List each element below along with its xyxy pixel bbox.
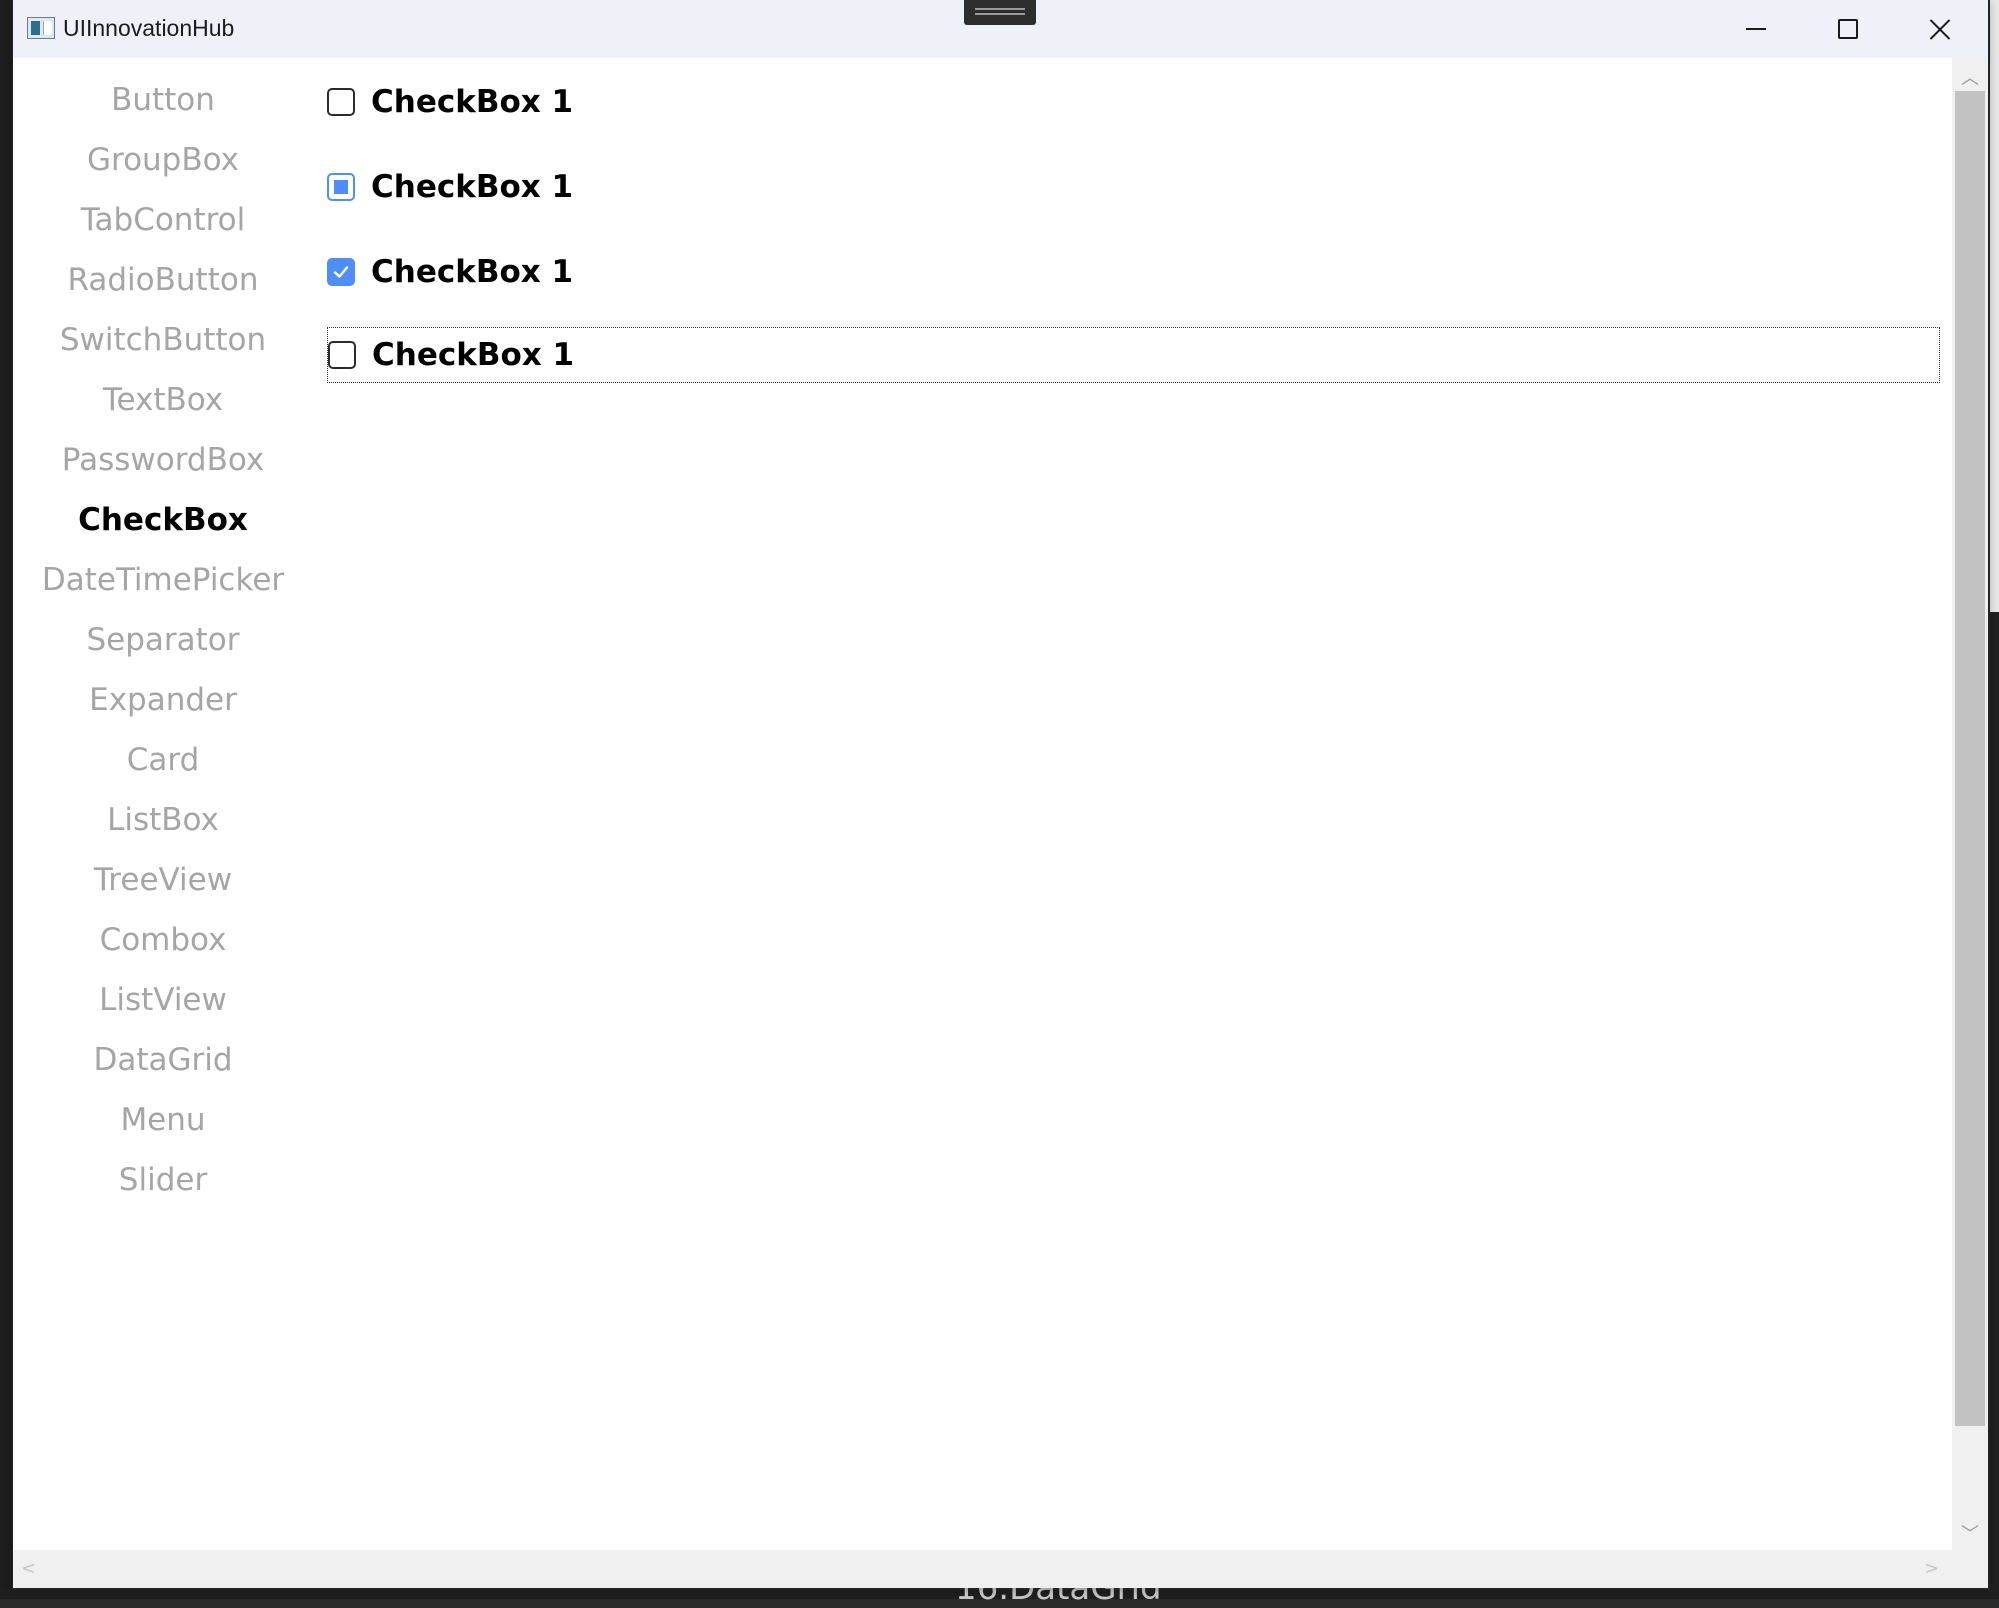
title-bar[interactable]: UIInnovationHub: [13, 0, 1988, 58]
sidebar-item-tabcontrol[interactable]: TabControl: [13, 190, 313, 250]
sidebar-item-slider[interactable]: Slider: [13, 1150, 313, 1210]
background-window-edge: [0, 0, 12, 1599]
sidebar-item-expander[interactable]: Expander: [13, 670, 313, 730]
sidebar-item-button[interactable]: Button: [13, 70, 313, 130]
sidebar-item-menu[interactable]: Menu: [13, 1090, 313, 1150]
close-icon: [1929, 18, 1951, 40]
sidebar-item-datetimepicker[interactable]: DateTimePicker: [13, 550, 313, 610]
checkbox-label: CheckBox 1: [372, 337, 575, 373]
app-window: UIInnovationHub Button GroupBox TabContr…: [13, 0, 1988, 1588]
sidebar-item-listbox[interactable]: ListBox: [13, 790, 313, 850]
checkbox-label: CheckBox 1: [371, 169, 574, 205]
sidebar-item-switchbutton[interactable]: SwitchButton: [13, 310, 313, 370]
close-button[interactable]: [1894, 0, 1986, 58]
scroll-up-icon[interactable]: ︿: [1952, 64, 1988, 90]
sidebar-item-combox[interactable]: Combox: [13, 910, 313, 970]
scroll-left-icon[interactable]: <: [21, 1558, 36, 1579]
checkbox-demo-panel: CheckBox 1 CheckBox 1 CheckBox 1 CheckBo…: [313, 58, 1965, 1550]
vertical-scrollbar[interactable]: ︿ ﹀: [1952, 58, 1988, 1550]
sidebar-item-separator[interactable]: Separator: [13, 610, 313, 670]
checkbox-unchecked[interactable]: CheckBox 1: [327, 74, 573, 130]
checkbox-box[interactable]: [327, 173, 355, 201]
checkmark-icon: [333, 266, 349, 278]
minimize-button[interactable]: [1710, 0, 1802, 58]
checkbox-box[interactable]: [328, 341, 356, 369]
app-icon: [27, 17, 55, 39]
checkbox-label: CheckBox 1: [371, 84, 574, 120]
window-title: UIInnovationHub: [63, 15, 235, 41]
checkbox-label: CheckBox 1: [371, 254, 574, 290]
scroll-right-icon[interactable]: >: [1924, 1558, 1939, 1579]
checkbox-indeterminate[interactable]: CheckBox 1: [327, 159, 573, 215]
sidebar-item-listview[interactable]: ListView: [13, 970, 313, 1030]
sidebar-nav: Button GroupBox TabControl RadioButton S…: [13, 58, 313, 1550]
sidebar-item-passwordbox[interactable]: PasswordBox: [13, 430, 313, 490]
maximize-button[interactable]: [1802, 0, 1894, 58]
sidebar-item-checkbox[interactable]: CheckBox: [13, 490, 313, 550]
sidebar-item-card[interactable]: Card: [13, 730, 313, 790]
checkbox-box[interactable]: [327, 88, 355, 116]
checkbox-box[interactable]: [327, 258, 355, 286]
snap-layout-handle[interactable]: [964, 0, 1036, 25]
checkbox-checked[interactable]: CheckBox 1: [327, 244, 573, 300]
horizontal-scrollbar[interactable]: < >: [13, 1550, 1952, 1588]
checkbox-focused[interactable]: CheckBox 1: [327, 327, 1940, 383]
background-window-edge-right: [1990, 0, 1999, 1599]
sidebar-item-treeview[interactable]: TreeView: [13, 850, 313, 910]
sidebar-item-datagrid[interactable]: DataGrid: [13, 1030, 313, 1090]
scrollbar-thumb[interactable]: [1955, 91, 1985, 1426]
maximize-icon: [1838, 19, 1858, 39]
sidebar-item-textbox[interactable]: TextBox: [13, 370, 313, 430]
sidebar-item-groupbox[interactable]: GroupBox: [13, 130, 313, 190]
scroll-down-icon[interactable]: ﹀: [1952, 1520, 1988, 1546]
minimize-icon: [1746, 28, 1766, 30]
scrollbar-corner: [1952, 1550, 1988, 1588]
sidebar-item-radiobutton[interactable]: RadioButton: [13, 250, 313, 310]
